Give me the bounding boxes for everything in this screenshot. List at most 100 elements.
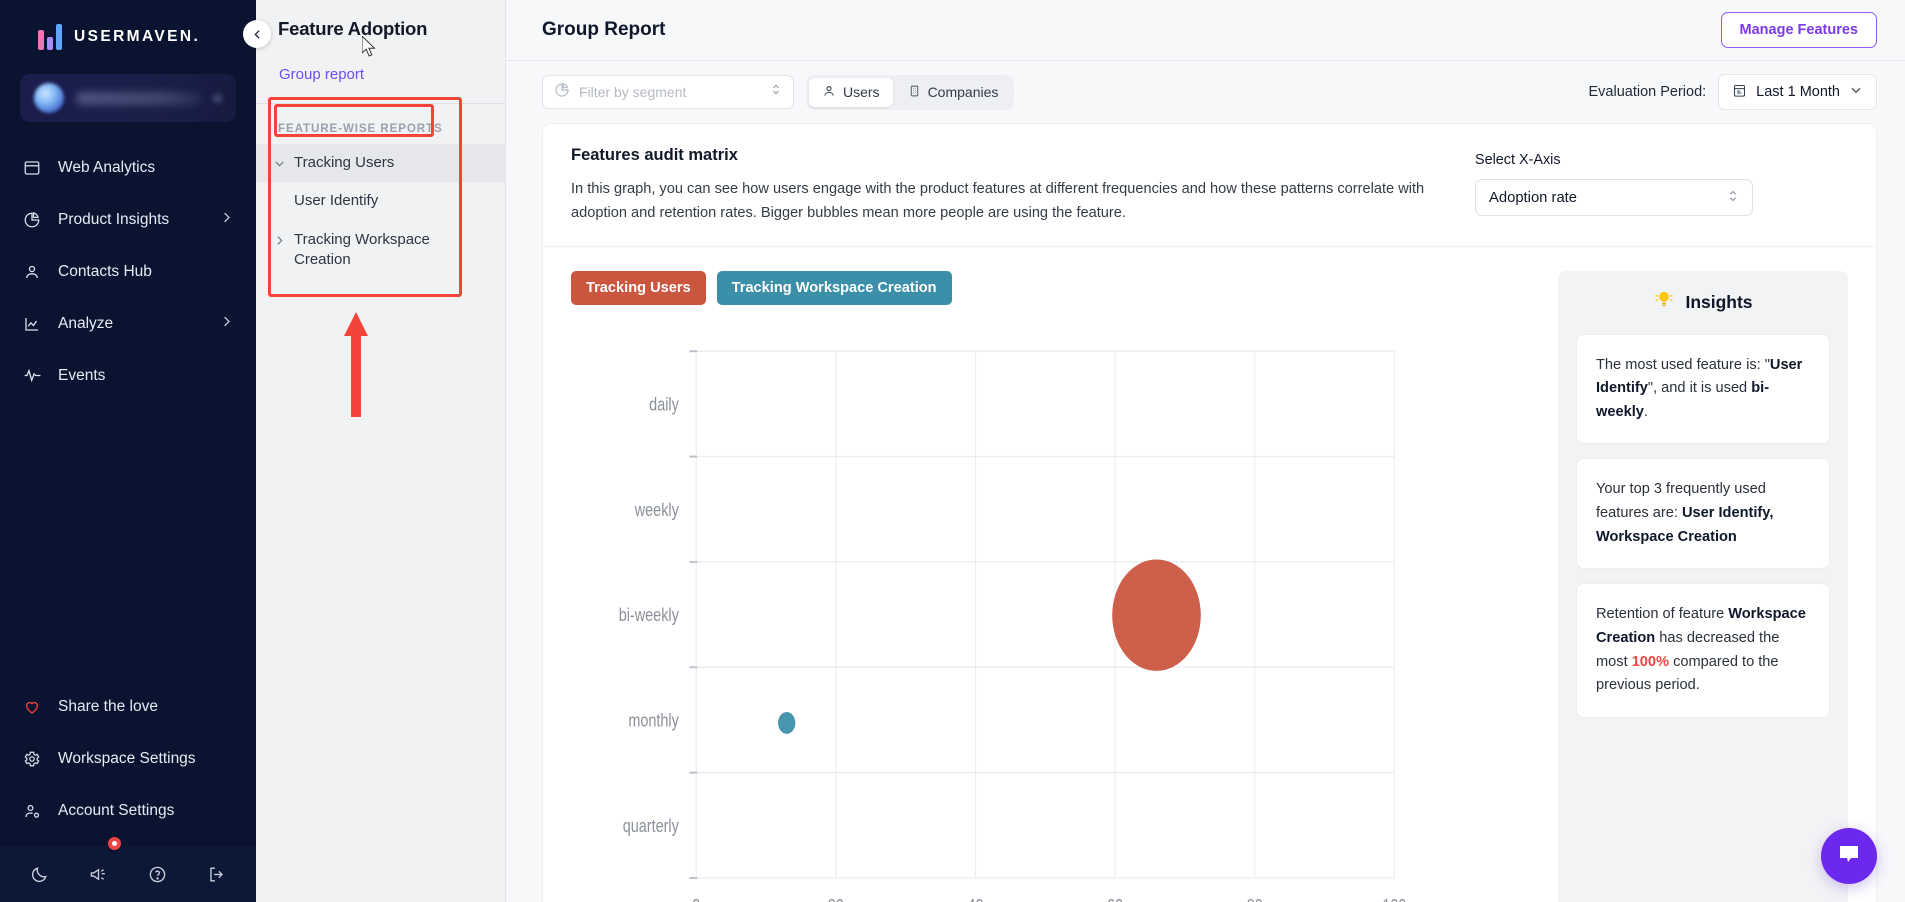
evaluation-period-label: Evaluation Period: <box>1588 84 1706 100</box>
insights-panel: Insights The most used feature is: "User… <box>1558 271 1848 902</box>
feature-item-tracking-users[interactable]: Tracking Users <box>256 144 505 182</box>
sidebar-item-share-the-love[interactable]: Share the love <box>0 685 256 728</box>
group-report-title: Group Report <box>542 19 666 41</box>
chevron-right-icon[interactable] <box>272 230 286 247</box>
legend-chip-tracking-users[interactable]: Tracking Users <box>571 271 706 305</box>
evaluation-period-value: Last 1 Month <box>1756 84 1840 100</box>
collapse-sidebar-button[interactable] <box>243 20 271 48</box>
workspace-switcher[interactable] <box>20 74 236 122</box>
calendar-icon <box>1732 83 1747 102</box>
sidebar-item-analyze[interactable]: Analyze <box>0 302 256 345</box>
primary-nav: Web Analytics Product Insights <box>0 142 256 397</box>
bubble-tracking-users <box>1112 559 1201 670</box>
logout-icon[interactable] <box>207 865 226 884</box>
insights-header: Insights <box>1576 289 1830 320</box>
toggle-users-button[interactable]: Users <box>809 78 893 107</box>
sidebar-item-product-insights[interactable]: Product Insights <box>0 198 256 241</box>
chevron-down-icon <box>213 94 222 103</box>
sidebar-item-workspace-settings[interactable]: Workspace Settings <box>0 737 256 780</box>
building-icon <box>908 84 921 101</box>
app-root: USERMAVEN. Web Analytics <box>0 0 1905 902</box>
bar-logo-icon <box>38 24 62 50</box>
feature-item-label: Tracking Workspace Creation <box>294 230 489 271</box>
toggle-companies-button[interactable]: Companies <box>895 78 1012 107</box>
brand-name: USERMAVEN. <box>74 28 200 46</box>
feature-adoption-header: Feature Adoption Group report <box>256 0 505 83</box>
bubble-tracking-workspace-creation <box>778 712 795 734</box>
manage-features-button[interactable]: Manage Features <box>1721 12 1877 48</box>
feature-wise-reports-section: FEATURE-WISE REPORTS Tracking Users User… <box>256 104 505 279</box>
toggle-users-label: Users <box>843 84 880 100</box>
moon-icon[interactable] <box>30 865 49 884</box>
pulse-icon <box>22 366 42 386</box>
top-bar: Group Report Manage Features <box>506 0 1905 60</box>
segment-filter-placeholder: Filter by segment <box>579 84 761 100</box>
evaluation-period-select[interactable]: Last 1 Month <box>1718 74 1877 110</box>
x-tick-100: 100 <box>1382 896 1406 902</box>
legend-chip-tracking-workspace-creation[interactable]: Tracking Workspace Creation <box>717 271 952 305</box>
insight-card-retention: Retention of feature Workspace Creation … <box>1576 583 1830 718</box>
sidebar-item-web-analytics[interactable]: Web Analytics <box>0 146 256 189</box>
chat-widget-button[interactable] <box>1821 828 1877 884</box>
y-tick-monthly: monthly <box>628 711 679 731</box>
annotation-arrow-icon <box>343 312 369 417</box>
chart-column: Tracking Users Tracking Workspace Creati… <box>571 271 1534 902</box>
insight-card-most-used: The most used feature is: "User Identify… <box>1576 334 1830 445</box>
feature-item-user-identify[interactable]: User Identify <box>256 182 505 220</box>
x-tick-60: 60 <box>1107 896 1123 902</box>
bubble-chart-svg: daily weekly bi-weekly monthly quarterly… <box>571 327 1534 902</box>
x-axis-control: Select X-Axis Adoption rate <box>1475 146 1753 226</box>
sidebar-item-label: Account Settings <box>58 802 234 820</box>
x-tick-40: 40 <box>967 896 983 902</box>
area-chart-icon <box>22 314 42 334</box>
chart-x-tick-labels: 0 20 40 60 80 100 <box>692 896 1406 902</box>
bubble-chart[interactable]: daily weekly bi-weekly monthly quarterly… <box>571 327 1534 902</box>
chart-gridlines <box>696 351 1394 878</box>
sidebar-item-label: Analyze <box>58 315 203 333</box>
y-tick-weekly: weekly <box>634 500 680 520</box>
chart-legend: Tracking Users Tracking Workspace Creati… <box>571 271 1534 305</box>
notification-badge <box>106 835 123 852</box>
sidebar-spacer <box>0 397 256 681</box>
lightbulb-icon <box>1653 289 1675 316</box>
insight-text: The most used feature is: "User Identify… <box>1596 357 1802 420</box>
chart-y-tick-labels: daily weekly bi-weekly monthly quarterly <box>619 395 680 836</box>
user-gear-icon <box>22 801 42 821</box>
heart-icon <box>22 697 42 717</box>
pie-chart-icon <box>554 82 570 103</box>
group-report-link[interactable]: Group report <box>278 66 505 83</box>
brand-logo[interactable]: USERMAVEN. <box>0 0 256 68</box>
insight-text: Your top 3 frequently used features are:… <box>1596 481 1773 544</box>
filter-bar: Filter by segment Users <box>506 61 1905 123</box>
insight-card-top-features: Your top 3 frequently used features are:… <box>1576 458 1830 569</box>
sidebar-item-contacts-hub[interactable]: Contacts Hub <box>0 250 256 293</box>
x-tick-0: 0 <box>692 896 700 902</box>
y-tick-daily: daily <box>649 395 679 415</box>
y-tick-bi-weekly: bi-weekly <box>619 605 680 625</box>
chevron-updown-icon <box>1727 188 1739 208</box>
card-description: In this graph, you can see how users eng… <box>571 178 1451 226</box>
sidebar-item-events[interactable]: Events <box>0 354 256 397</box>
megaphone-icon[interactable] <box>89 865 108 884</box>
user-icon <box>822 84 836 101</box>
segment-filter-select[interactable]: Filter by segment <box>542 75 794 109</box>
x-axis-select[interactable]: Adoption rate <box>1475 179 1753 216</box>
sidebar-item-label: Product Insights <box>58 211 203 229</box>
sidebar-item-account-settings[interactable]: Account Settings <box>0 789 256 832</box>
entity-type-toggle: Users Companies <box>806 75 1014 110</box>
x-tick-80: 80 <box>1247 896 1263 902</box>
user-icon <box>22 262 42 282</box>
features-audit-matrix-card: Features audit matrix In this graph, you… <box>542 123 1877 902</box>
chevron-right-icon <box>219 314 234 334</box>
sidebar-item-label: Workspace Settings <box>58 750 234 768</box>
card-header: Features audit matrix In this graph, you… <box>543 124 1876 246</box>
card-body: Tracking Users Tracking Workspace Creati… <box>543 247 1876 902</box>
insight-text: Retention of feature Workspace Creation … <box>1596 606 1806 693</box>
chevron-down-icon[interactable] <box>272 153 286 170</box>
help-circle-icon[interactable] <box>148 865 167 884</box>
feature-item-tracking-workspace-creation[interactable]: Tracking Workspace Creation <box>256 221 505 280</box>
content-area: Features audit matrix In this graph, you… <box>506 123 1905 902</box>
feature-adoption-panel: Feature Adoption Group report FEATURE-WI… <box>256 0 506 902</box>
main-sidebar: USERMAVEN. Web Analytics <box>0 0 256 902</box>
feature-wise-reports-label: FEATURE-WISE REPORTS <box>256 104 505 144</box>
